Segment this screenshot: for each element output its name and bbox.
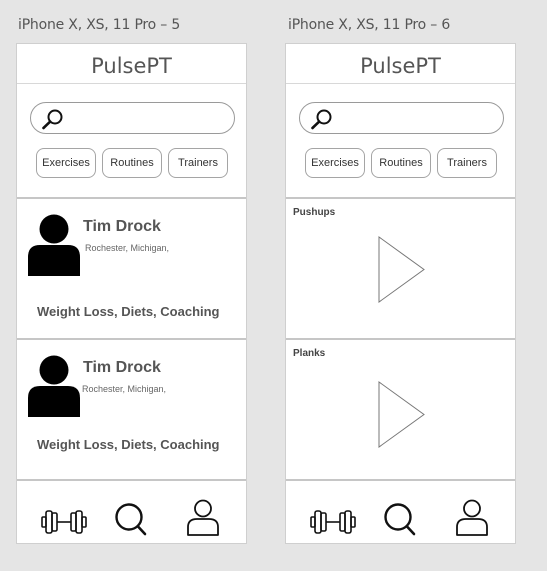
header-divider	[286, 83, 515, 84]
dumbbell-icon[interactable]	[41, 506, 87, 538]
search-icon[interactable]	[384, 503, 416, 537]
chip-routines[interactable]: Routines	[371, 148, 431, 178]
search-icon	[42, 109, 63, 130]
video-title: Pushups	[293, 207, 336, 218]
profile-icon[interactable]	[455, 499, 489, 537]
chip-routines[interactable]: Routines	[102, 148, 162, 178]
chip-trainers[interactable]: Trainers	[168, 148, 228, 178]
search-icon[interactable]	[115, 503, 147, 537]
trainer-location: Rochester, Michigan,	[82, 384, 167, 394]
chip-exercises[interactable]: Exercises	[36, 148, 96, 178]
play-icon[interactable]	[378, 236, 425, 303]
chip-exercises[interactable]: Exercises	[305, 148, 365, 178]
trainer-tags: Weight Loss, Diets, Coaching	[37, 304, 220, 319]
trainer-location: Rochester, Michigan,	[85, 243, 170, 253]
video-title: Planks	[293, 348, 326, 359]
artboard-title: iPhone X, XS, 11 Pro – 5	[18, 17, 181, 33]
trainer-avatar-icon	[28, 355, 80, 417]
phone-frame-exercises: PulsePT Exercises Routines Trainers Push…	[285, 43, 516, 544]
phone-frame-trainers: PulsePT Exercises Routines Trainers Tim …	[16, 43, 247, 544]
section-divider	[286, 197, 515, 199]
trainer-name: Tim Drock	[83, 359, 161, 376]
nav-divider	[17, 479, 246, 481]
app-title: PulsePT	[360, 54, 441, 78]
chip-trainers[interactable]: Trainers	[437, 148, 497, 178]
header-divider	[17, 83, 246, 84]
search-input[interactable]	[299, 102, 504, 134]
trainer-name: Tim Drock	[83, 218, 161, 235]
profile-icon[interactable]	[186, 499, 220, 537]
app-title: PulsePT	[91, 54, 172, 78]
play-icon[interactable]	[378, 381, 425, 448]
trainer-tags: Weight Loss, Diets, Coaching	[37, 437, 220, 452]
search-input[interactable]	[30, 102, 235, 134]
dumbbell-icon[interactable]	[310, 506, 356, 538]
artboard-title: iPhone X, XS, 11 Pro – 6	[288, 17, 451, 33]
card-divider	[286, 338, 515, 340]
trainer-avatar-icon	[28, 214, 80, 276]
nav-divider	[286, 479, 515, 481]
section-divider	[17, 197, 246, 199]
search-icon	[311, 109, 332, 130]
card-divider	[17, 338, 246, 340]
